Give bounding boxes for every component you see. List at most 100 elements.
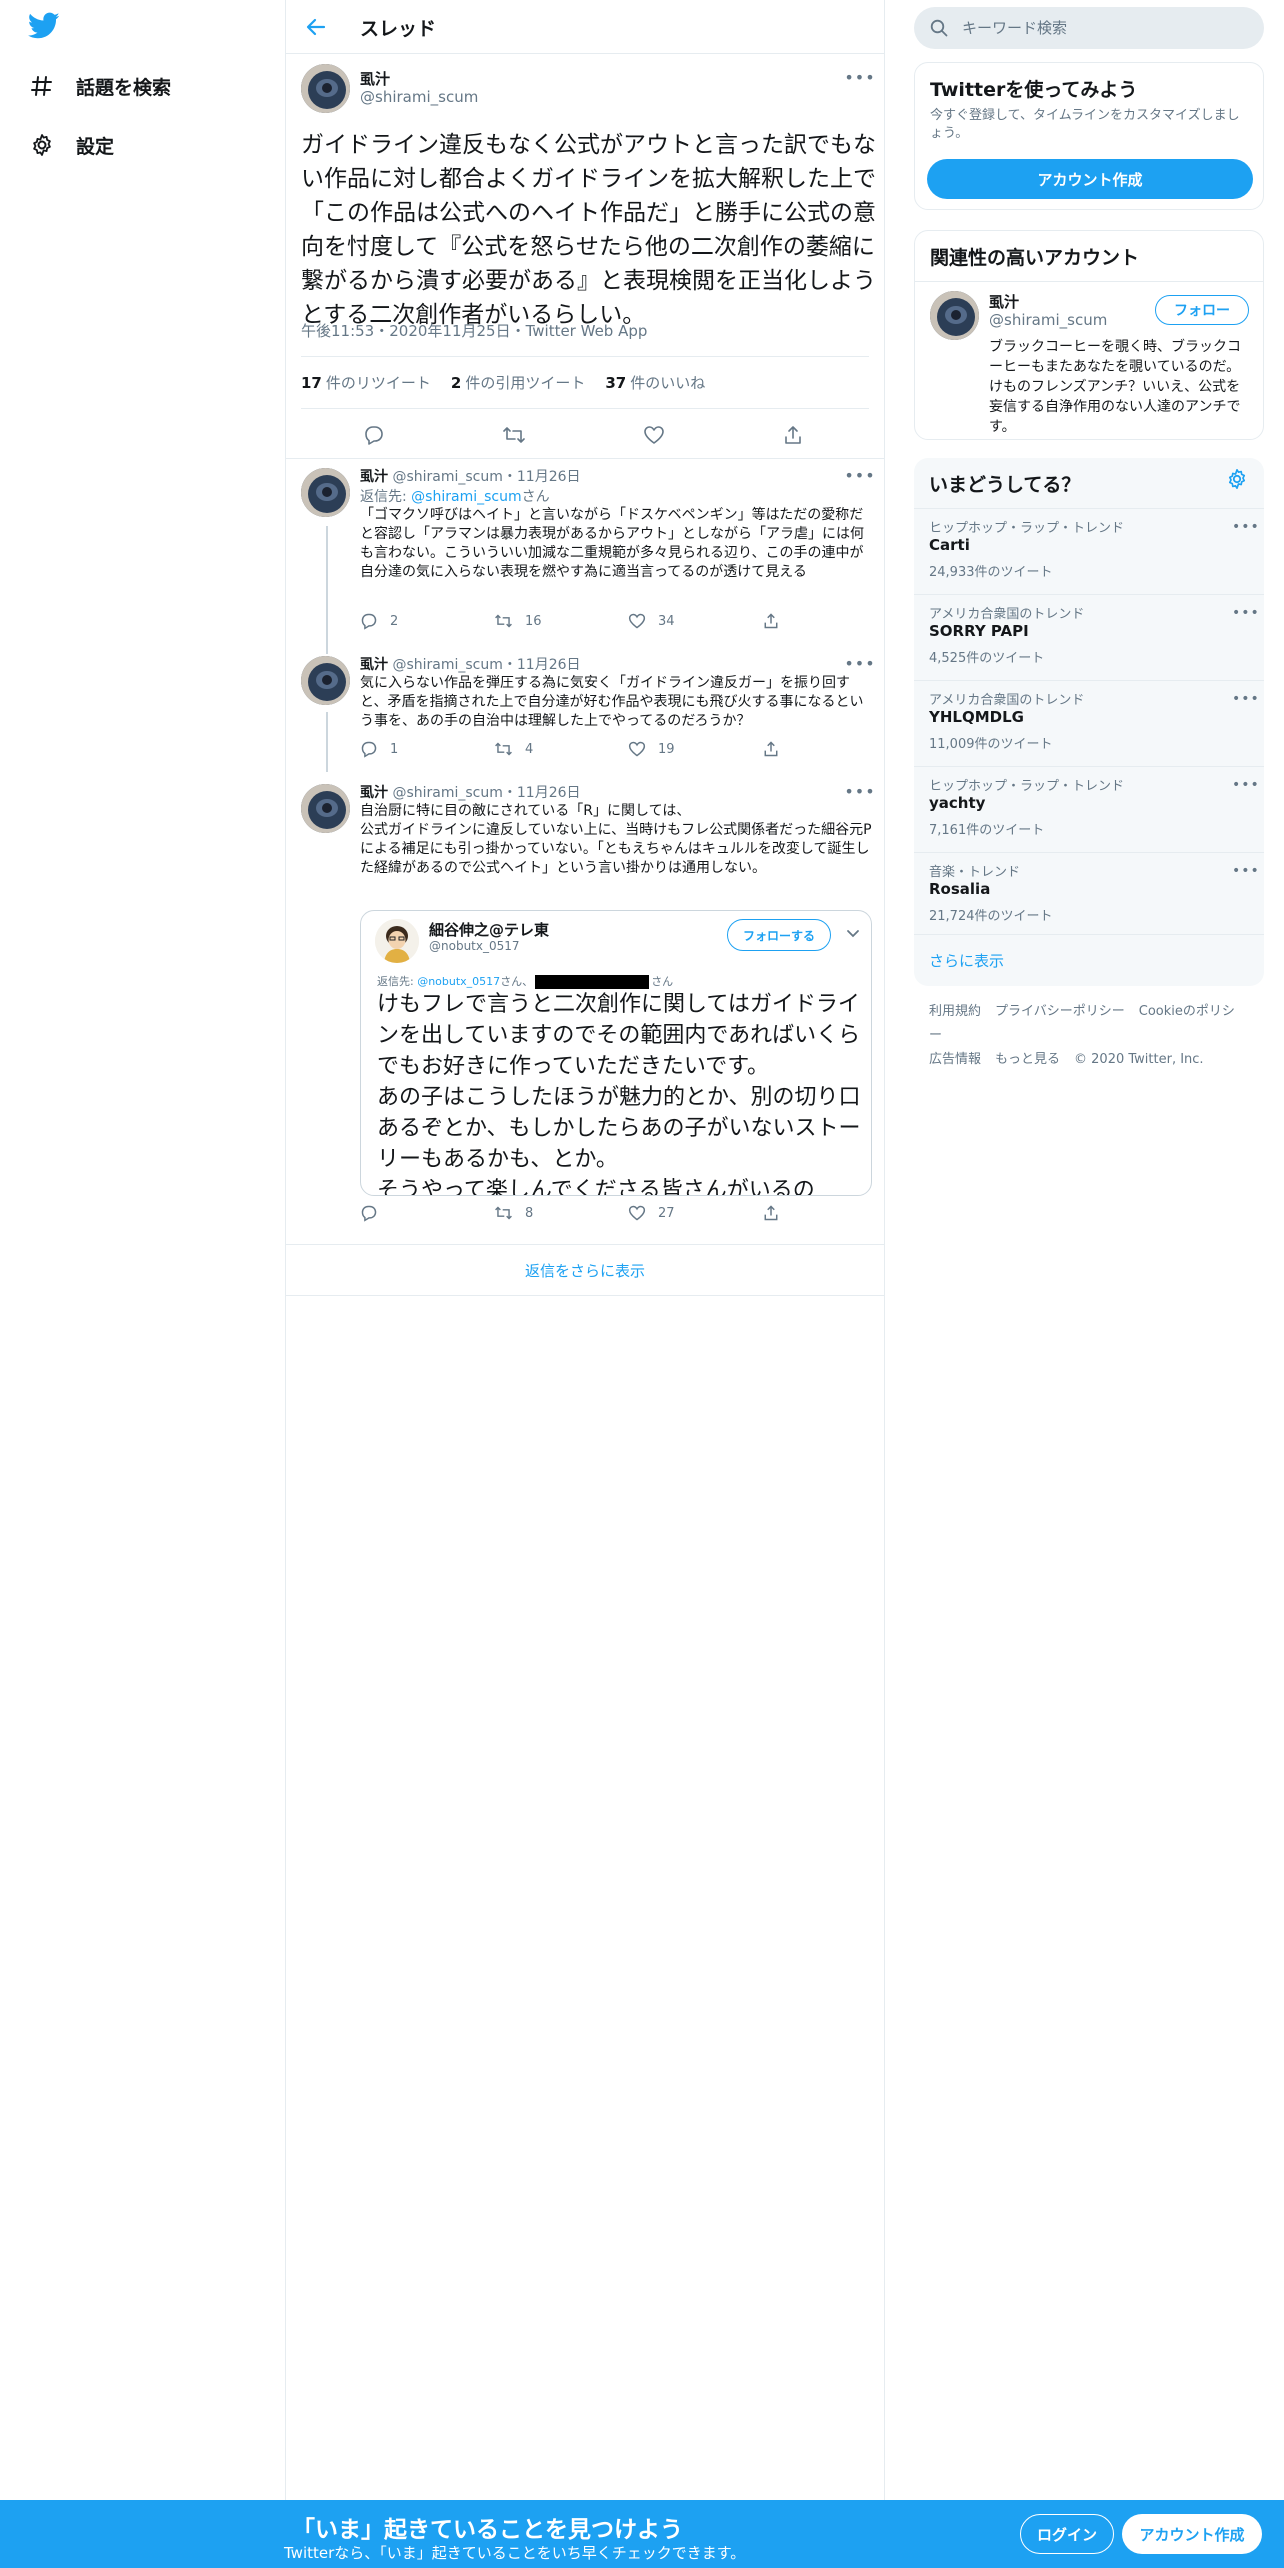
retweet-icon	[495, 1206, 512, 1220]
search-input[interactable]	[962, 19, 1242, 37]
reply-header: 虱汁 @shirami_scum・11月26日	[360, 654, 581, 674]
divider	[301, 356, 869, 357]
avatar[interactable]	[375, 919, 419, 963]
back-button[interactable]	[298, 9, 334, 45]
author-handle[interactable]: @shirami_scum・11月26日	[392, 469, 580, 485]
more-options-icon[interactable]: •••	[844, 466, 874, 485]
divider	[286, 458, 884, 459]
related-accounts-card: 関連性の高いアカウント 虱汁 @shirami_scum フォロー ブラックコー…	[914, 230, 1264, 440]
reply-button[interactable]: 2	[360, 612, 398, 630]
avatar[interactable]	[301, 468, 350, 517]
nav-settings-label: 設定	[76, 135, 115, 158]
chevron-down-icon[interactable]	[845, 925, 861, 941]
share-icon	[764, 1205, 778, 1221]
embed-reply-to: 返信先: @nobutx_0517さん、 さん	[377, 975, 674, 989]
footer-link-ads[interactable]: 広告情報	[929, 1052, 981, 1067]
reply-text: 自治厨に特に目の敵にされている「R」に関しては、 公式ガイドラインに違反していな…	[360, 803, 872, 876]
tweet-source[interactable]: Twitter Web App	[526, 322, 648, 340]
trends-show-more-link[interactable]: さらに表示	[914, 934, 1264, 986]
twitter-logo-icon[interactable]	[27, 12, 64, 48]
footer-link-privacy[interactable]: プライバシーポリシー	[995, 1004, 1125, 1019]
trend-item[interactable]: 音楽・トレンド Rosalia 21,724件のツイート •••	[914, 852, 1264, 938]
author-handle[interactable]: @shirami_scum	[360, 88, 478, 106]
show-more-replies-link[interactable]: 返信をさらに表示	[286, 1244, 884, 1296]
more-options-icon[interactable]: •••	[1232, 691, 1260, 707]
footer-link-more[interactable]: もっと見る	[995, 1052, 1060, 1067]
related-title: 関連性の高いアカウント	[930, 247, 1140, 269]
nav-settings[interactable]: 設定	[28, 125, 114, 165]
quote-count[interactable]: 2 件の引用ツイート	[451, 372, 585, 393]
retweet-button[interactable]: 4	[494, 740, 533, 758]
retweet-icon	[495, 614, 512, 628]
more-options-icon[interactable]: •••	[1232, 605, 1260, 621]
trend-item[interactable]: アメリカ合衆国のトレンド SORRY PAPI 4,525件のツイート •••	[914, 594, 1264, 680]
retweet-icon[interactable]	[497, 418, 531, 452]
author-handle[interactable]: @shirami_scum・11月26日	[392, 657, 580, 673]
create-account-button[interactable]: アカウント作成	[927, 159, 1253, 199]
trend-count: 7,161件のツイート	[929, 823, 1045, 838]
retweet-button[interactable]: 16	[494, 612, 542, 630]
author-handle[interactable]: @shirami_scum・11月26日	[392, 785, 580, 801]
trend-count: 24,933件のツイート	[929, 565, 1053, 580]
trend-item[interactable]: アメリカ合衆国のトレンド YHLQMDLG 11,009件のツイート •••	[914, 680, 1264, 766]
more-options-icon[interactable]: •••	[844, 782, 874, 801]
embed-author-name[interactable]: 細谷伸之@テレ東	[429, 919, 549, 940]
like-button[interactable]: 27	[628, 1204, 675, 1222]
retweet-button[interactable]: 8	[494, 1204, 533, 1222]
trend-item[interactable]: ヒップホップ・ラップ・トレンド Carti 24,933件のツイート •••	[914, 508, 1264, 594]
share-icon[interactable]	[776, 418, 810, 452]
related-handle[interactable]: @shirami_scum	[989, 311, 1107, 329]
bottom-signup-bar: 「いま」起きていることを見つけよう Twitterなら、「いま」起きていることを…	[0, 2500, 1284, 2568]
reply-button[interactable]	[360, 1204, 390, 1222]
more-options-icon[interactable]: •••	[844, 68, 874, 87]
embed-author-handle[interactable]: @nobutx_0517	[429, 939, 520, 953]
reply-to-link[interactable]: @shirami_scum	[411, 489, 521, 505]
login-button[interactable]: ログイン	[1020, 2514, 1114, 2554]
share-button[interactable]	[762, 740, 780, 758]
more-options-icon[interactable]: •••	[844, 654, 874, 673]
embed-text: けもフレで言うと二次創作に関してはガイドラインを出していますのでその範囲内であれ…	[377, 992, 861, 1196]
like-icon[interactable]	[637, 418, 671, 452]
thread-column: スレッド 虱汁 @shirami_scum ••• ガイドライン違反もなく公式が…	[285, 0, 885, 2500]
reply-icon[interactable]	[357, 418, 391, 452]
like-button[interactable]: 34	[628, 612, 675, 630]
trend-name: SORRY PAPI	[929, 622, 1029, 640]
more-options-icon[interactable]: •••	[1232, 863, 1260, 879]
nav-explore[interactable]: 話題を検索	[28, 66, 171, 106]
follow-button[interactable]: フォロー	[1155, 295, 1249, 325]
bottom-bar-title: 「いま」起きていることを見つけよう	[292, 2517, 683, 2543]
related-account[interactable]: 虱汁 @shirami_scum フォロー ブラックコーヒーを覗く時、ブラックコ…	[915, 281, 1263, 439]
footer-link-terms[interactable]: 利用規約	[929, 1004, 981, 1019]
gear-icon[interactable]	[1226, 468, 1250, 492]
avatar[interactable]	[930, 291, 979, 340]
author-name[interactable]: 虱汁	[360, 657, 388, 673]
tweet-timestamp[interactable]: 午後11:53・2020年11月25日・	[301, 322, 526, 340]
author-name[interactable]: 虱汁	[360, 785, 388, 801]
trend-name: Carti	[929, 536, 970, 554]
like-button[interactable]: 19	[628, 740, 675, 758]
author-name[interactable]: 虱汁	[360, 68, 390, 89]
related-name[interactable]: 虱汁	[989, 291, 1019, 312]
avatar[interactable]	[301, 656, 350, 705]
embedded-tweet[interactable]: 細谷伸之@テレ東 @nobutx_0517 フォローする 返信先: @nobut…	[360, 910, 872, 1196]
share-button[interactable]	[762, 612, 780, 630]
reply-icon	[361, 1205, 377, 1222]
like-count[interactable]: 37 件のいいね	[605, 372, 705, 393]
signup-button[interactable]: アカウント作成	[1122, 2514, 1262, 2554]
signup-title: Twitterを使ってみよう	[930, 79, 1138, 101]
more-options-icon[interactable]: •••	[1232, 777, 1260, 793]
reply-button[interactable]: 1	[360, 740, 398, 758]
embed-follow-button[interactable]: フォローする	[727, 919, 831, 951]
avatar[interactable]	[301, 64, 350, 113]
share-button[interactable]	[762, 1204, 780, 1222]
search-bar[interactable]	[914, 7, 1264, 49]
retweet-count[interactable]: 17 件のリツイート	[301, 372, 431, 393]
reply-icon	[361, 613, 377, 630]
avatar[interactable]	[301, 784, 350, 833]
thread-connector	[326, 526, 328, 654]
author-name[interactable]: 虱汁	[360, 469, 388, 485]
trends-card: いまどうしてる？ ヒップホップ・ラップ・トレンド Carti 24,933件のツ…	[914, 458, 1264, 986]
embed-reply-to-link[interactable]: @nobutx_0517	[417, 975, 500, 988]
more-options-icon[interactable]: •••	[1232, 519, 1260, 535]
trend-item[interactable]: ヒップホップ・ラップ・トレンド yachty 7,161件のツイート •••	[914, 766, 1264, 852]
